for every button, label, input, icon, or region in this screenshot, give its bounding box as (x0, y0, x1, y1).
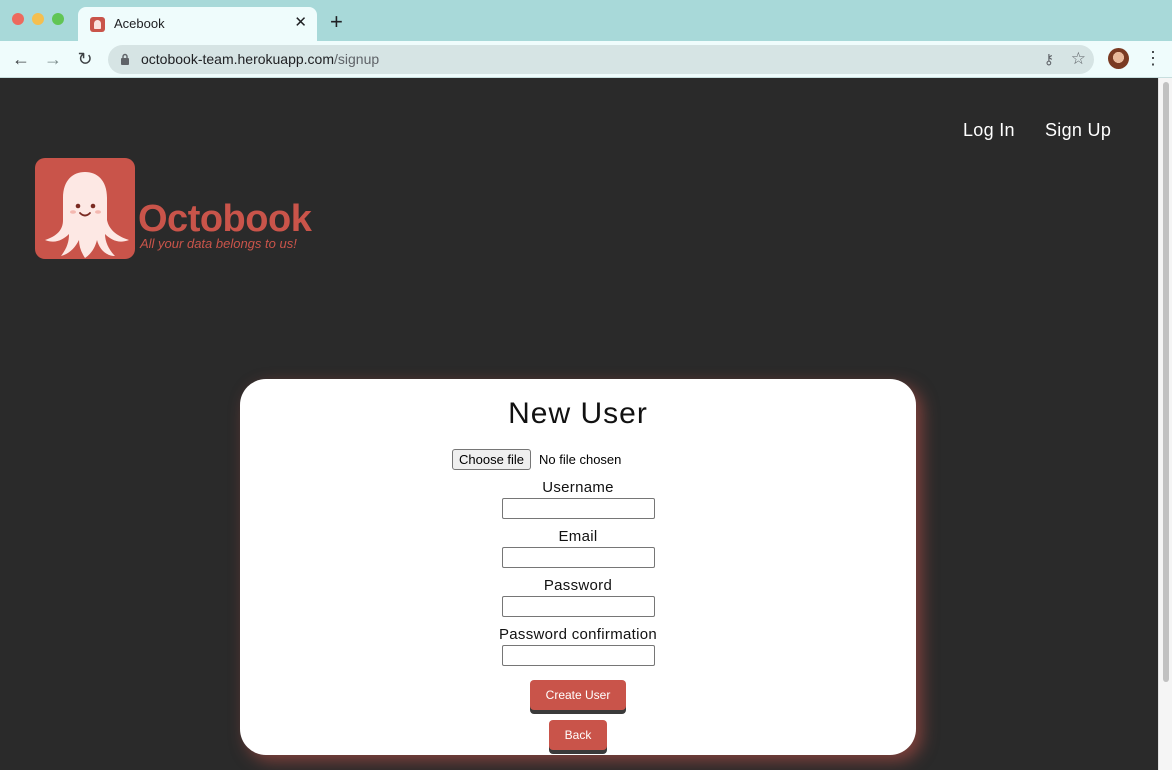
password-field[interactable] (502, 596, 655, 617)
forward-arrow-icon[interactable]: → (42, 48, 64, 70)
browser-toolbar: ← → ↻ octobook-team.herokuapp.com/signup… (0, 41, 1172, 78)
username-field[interactable] (502, 498, 655, 519)
url-host: octobook-team.herokuapp.com (141, 51, 334, 67)
favicon-icon (90, 17, 105, 32)
browser-tab[interactable]: Acebook ✕ (78, 7, 317, 41)
page-title: New User (508, 397, 648, 430)
key-icon[interactable]: ⚷ (1044, 51, 1054, 68)
lock-icon (121, 53, 129, 65)
reload-icon[interactable]: ↻ (74, 48, 96, 70)
page-scrollbar[interactable] (1158, 78, 1172, 770)
signup-card: New User Choose file No file chosen User… (240, 379, 916, 755)
star-icon[interactable]: ☆ (1071, 49, 1086, 69)
new-tab-button[interactable]: + (330, 11, 343, 33)
scrollbar-thumb[interactable] (1163, 82, 1169, 682)
octopus-icon[interactable] (35, 158, 135, 259)
back-button[interactable]: Back (549, 720, 607, 750)
back-arrow-icon[interactable]: ← (10, 48, 32, 70)
choose-file-button[interactable]: Choose file (452, 449, 532, 470)
url-path: /signup (334, 51, 380, 67)
email-field[interactable] (502, 547, 655, 568)
profile-avatar[interactable] (1108, 48, 1129, 69)
password-confirmation-field[interactable] (502, 645, 655, 666)
url-text: octobook-team.herokuapp.com/signup (141, 51, 379, 67)
email-label: Email (558, 528, 598, 545)
tab-close-icon[interactable]: ✕ (294, 14, 307, 32)
nav-login-link[interactable]: Log In (963, 120, 1015, 141)
close-window-button[interactable] (12, 13, 24, 25)
logo-wordmark: Octobook (138, 198, 312, 240)
password-label: Password (543, 577, 613, 594)
kebab-menu-icon[interactable]: ⋮ (1144, 47, 1162, 69)
minimize-window-button[interactable] (32, 13, 44, 25)
address-bar[interactable]: octobook-team.herokuapp.com/signup ⚷ ☆ (108, 45, 1094, 74)
logo-tagline: All your data belongs to us! (140, 236, 297, 251)
password-confirmation-label: Password confirmation (498, 626, 658, 643)
create-user-button[interactable]: Create User (530, 680, 626, 710)
nav-signup-link[interactable]: Sign Up (1045, 120, 1111, 141)
username-label: Username (542, 479, 614, 496)
maximize-window-button[interactable] (52, 13, 64, 25)
browser-tab-bar: Acebook ✕ + (0, 0, 1172, 41)
file-status-text: No file chosen (539, 452, 622, 467)
tab-title: Acebook (114, 16, 165, 31)
